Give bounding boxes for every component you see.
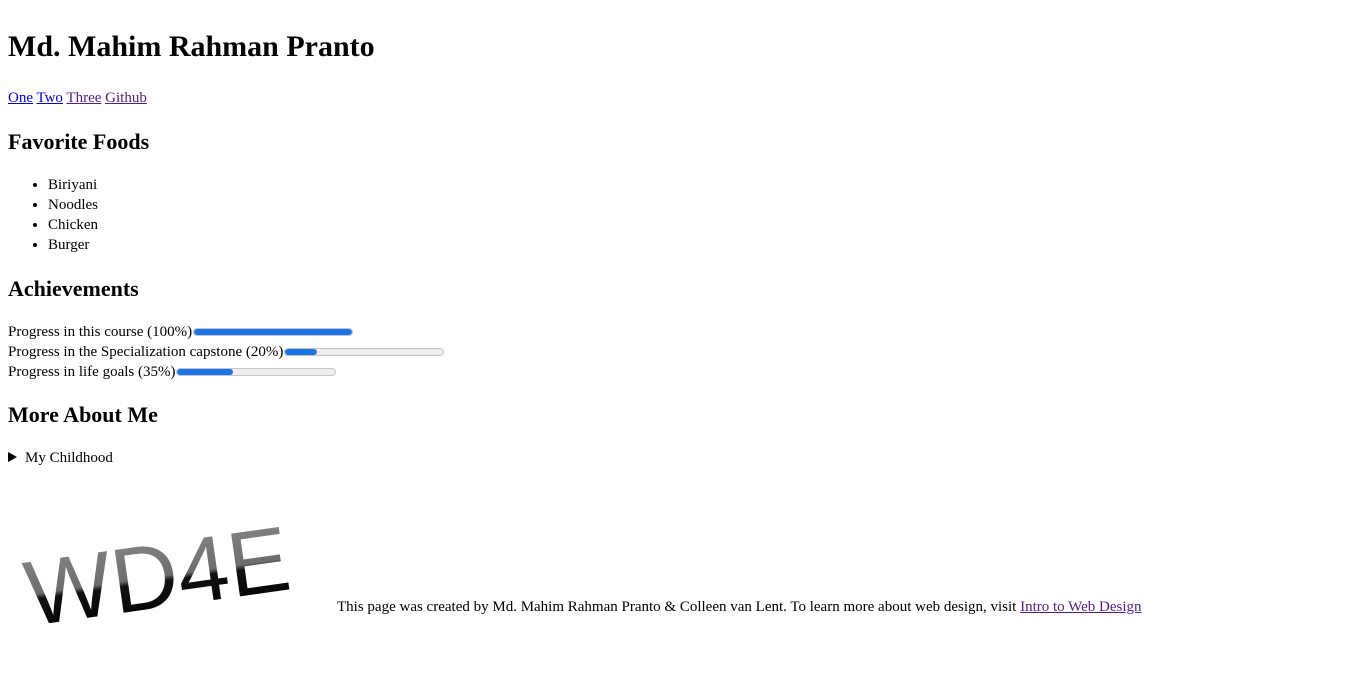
list-item: Chicken xyxy=(48,215,98,235)
favorite-foods-list: Biriyani Noodles Chicken Burger xyxy=(8,175,98,255)
nav-link-github[interactable]: Github xyxy=(105,90,147,106)
details-summary[interactable]: My Childhood xyxy=(25,450,113,466)
nav-link-three[interactable]: Three xyxy=(66,90,101,106)
favorite-foods-heading: Favorite Foods xyxy=(8,129,150,154)
list-item: Burger xyxy=(48,235,98,255)
achievements-list: Progress in this course (100%) Progress … xyxy=(8,322,445,382)
nav-links: One Two Three Github xyxy=(8,89,147,107)
list-item: Noodles xyxy=(48,195,98,215)
more-about-me-heading: More About Me xyxy=(8,402,158,427)
nav-link-two[interactable]: Two xyxy=(36,90,62,106)
progress-fill xyxy=(177,369,233,375)
progress-row: Progress in life goals (35%) xyxy=(8,362,444,382)
wd4e-logo: WD4E xyxy=(19,508,296,623)
childhood-details[interactable]: My Childhood xyxy=(8,448,113,468)
progress-fill xyxy=(285,349,317,355)
disclosure-triangle-icon[interactable] xyxy=(8,452,17,462)
progress-label: Progress in the Specialization capstone … xyxy=(8,344,284,360)
progress-row: Progress in this course (100%) xyxy=(8,322,444,342)
progress-bar-course xyxy=(193,328,354,336)
progress-label: Progress in life goals (35%) xyxy=(8,364,176,380)
progress-row: Progress in the Specialization capstone … xyxy=(8,342,445,362)
progress-bar-capstone xyxy=(284,348,445,356)
nav-link-one[interactable]: One xyxy=(8,90,33,106)
intro-web-design-link[interactable]: Intro to Web Design xyxy=(1020,599,1141,615)
footer: This page was created by Md. Mahim Rahma… xyxy=(337,597,1142,617)
achievements-heading: Achievements xyxy=(8,276,139,301)
logo-text: WD4E xyxy=(19,508,296,623)
progress-fill xyxy=(194,329,353,335)
progress-bar-life-goals xyxy=(176,368,337,376)
page-title: Md. Mahim Rahman Pranto xyxy=(8,30,375,63)
progress-label: Progress in this course (100%) xyxy=(8,324,193,340)
footer-text: This page was created by Md. Mahim Rahma… xyxy=(337,599,1021,615)
list-item: Biriyani xyxy=(48,175,98,195)
